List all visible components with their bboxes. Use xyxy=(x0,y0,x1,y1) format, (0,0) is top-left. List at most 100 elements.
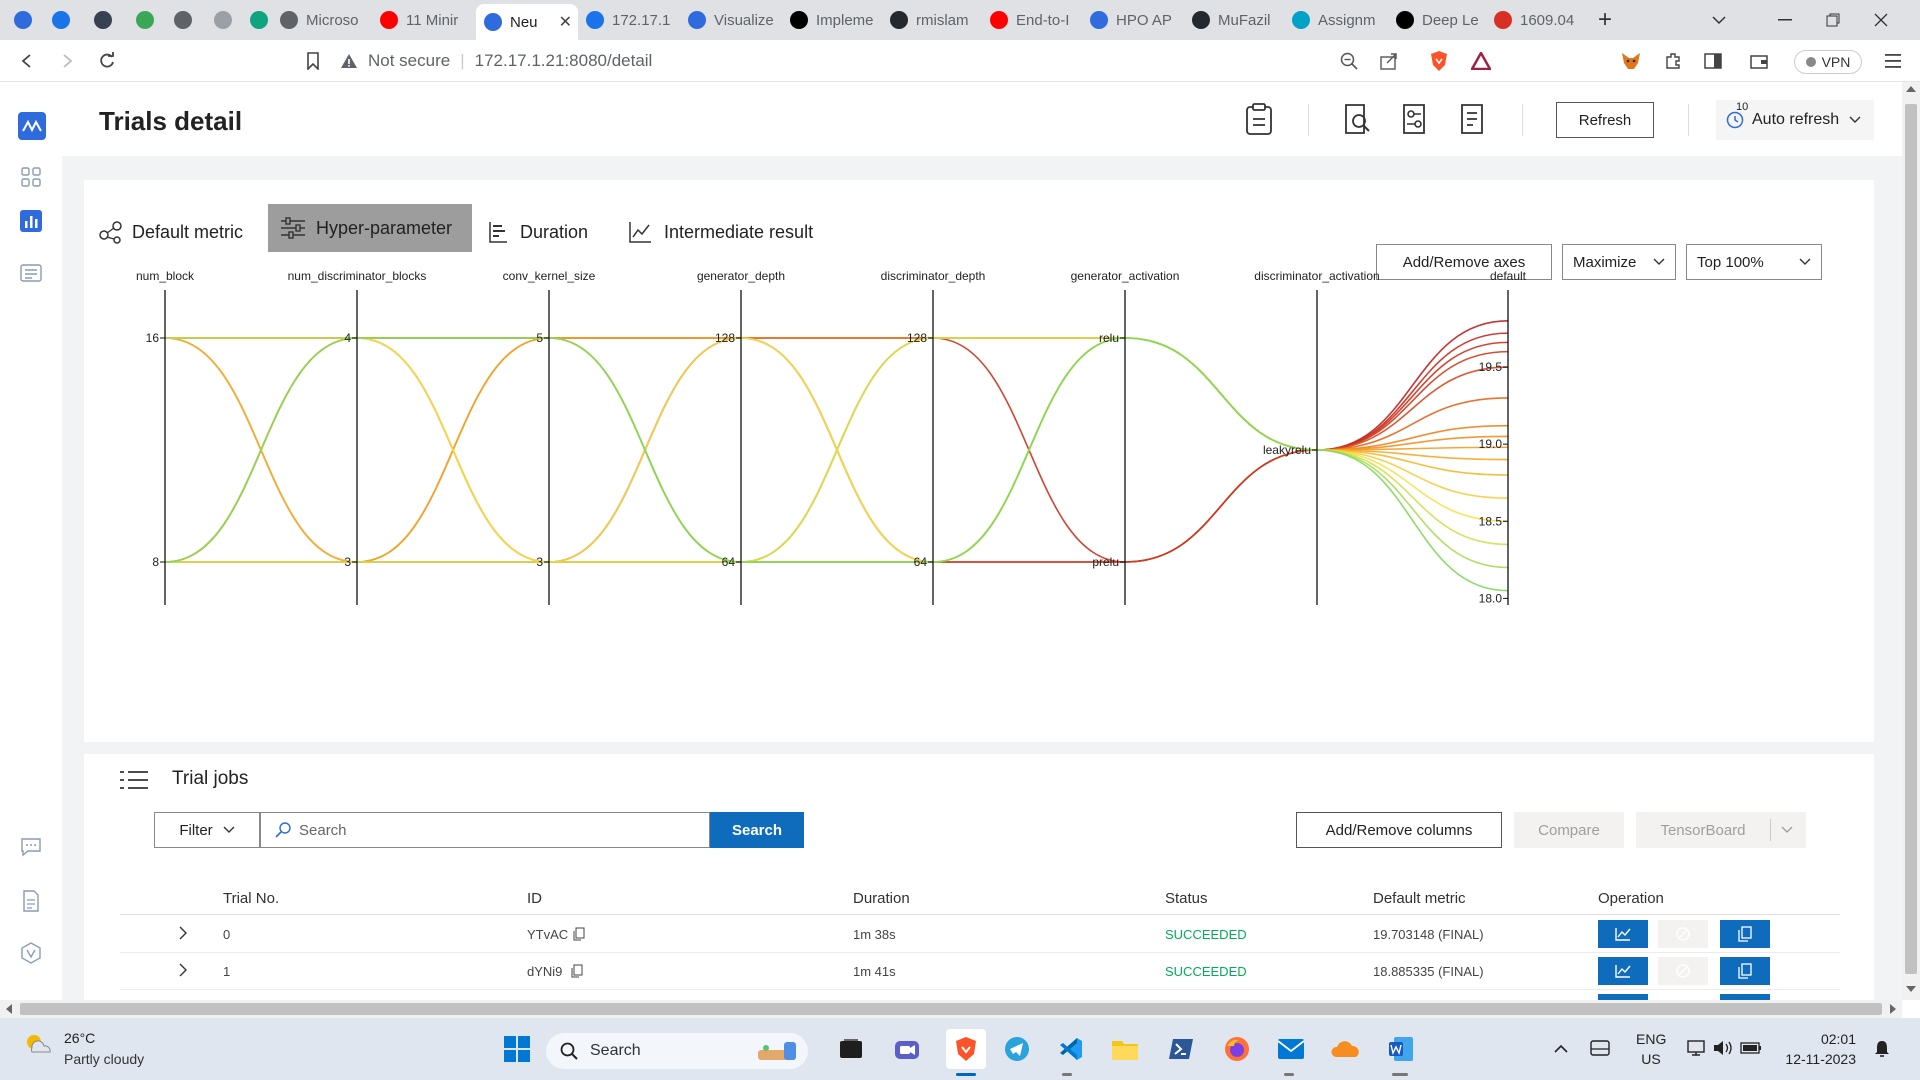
maximize-dropdown[interactable]: Maximize xyxy=(1562,244,1676,280)
horizontal-scrollbar[interactable] xyxy=(0,1000,1902,1018)
taskbar-brave-icon[interactable] xyxy=(946,1029,986,1069)
browser-menu-icon[interactable] xyxy=(1880,48,1906,74)
overview-grid-icon[interactable] xyxy=(18,164,44,190)
version-icon[interactable] xyxy=(18,940,44,966)
forward-icon[interactable] xyxy=(54,48,80,74)
horizontal-scroll-thumb[interactable] xyxy=(20,1003,1882,1015)
copy-icon[interactable] xyxy=(571,964,583,978)
show-hidden-icons[interactable] xyxy=(1554,1044,1568,1054)
wallet-icon[interactable] xyxy=(1746,48,1772,74)
column-status[interactable]: Status xyxy=(1165,890,1208,907)
experiment-summary-icon[interactable] xyxy=(1244,102,1274,136)
close-tab-icon[interactable]: ✕ xyxy=(553,12,578,32)
axis-discriminator-depth[interactable]: discriminator_depth 128 64 xyxy=(881,269,986,605)
search-log-icon[interactable] xyxy=(1342,102,1372,136)
add-remove-columns-button[interactable]: Add/Remove columns xyxy=(1296,812,1502,848)
vpn-button[interactable]: VPN xyxy=(1794,50,1862,74)
copy-trial-button[interactable] xyxy=(1720,920,1770,948)
language-bottom[interactable]: US xyxy=(1636,1051,1666,1067)
axis-num-discriminator-blocks[interactable]: num_discriminator_blocks 4 3 xyxy=(288,269,427,605)
browser-tab[interactable]: End-to-I xyxy=(990,4,1082,36)
compare-button[interactable]: Compare xyxy=(1514,812,1624,848)
network-icon[interactable] xyxy=(1686,1039,1706,1057)
auto-refresh-dropdown[interactable]: 10 Auto refresh xyxy=(1716,100,1874,140)
tab-default-metric[interactable]: Default metric xyxy=(98,210,243,254)
browser-tab[interactable]: 11 Minir xyxy=(380,4,468,36)
scroll-right-icon[interactable] xyxy=(1890,1004,1896,1014)
pinned-tab-7[interactable] xyxy=(250,4,270,36)
firefox-icon[interactable] xyxy=(1222,1035,1252,1063)
brave-shield-icon[interactable] xyxy=(1426,48,1452,74)
browser-tab[interactable]: Impleme xyxy=(790,4,882,36)
trial-chart-button[interactable] xyxy=(1598,920,1648,948)
kill-trial-button[interactable] xyxy=(1658,957,1708,985)
telegram-icon[interactable] xyxy=(1002,1035,1032,1063)
reload-icon[interactable] xyxy=(94,48,120,74)
axis-discriminator-activation[interactable]: discriminator_activation leakyrelu xyxy=(1254,269,1380,605)
notification-bell-icon[interactable] xyxy=(1874,1040,1890,1058)
scroll-up-icon[interactable] xyxy=(1906,86,1916,92)
browser-tab[interactable]: Microso xyxy=(280,4,370,36)
pinned-tab-2[interactable] xyxy=(52,4,72,36)
column-id[interactable]: ID xyxy=(527,890,542,907)
bookmark-icon[interactable] xyxy=(300,48,326,74)
meet-icon[interactable] xyxy=(892,1035,922,1063)
browser-tab[interactable]: MuFazil xyxy=(1192,4,1284,36)
pinned-tab-4[interactable] xyxy=(136,4,156,36)
expand-chevron-icon[interactable] xyxy=(178,926,188,940)
battery-icon[interactable] xyxy=(1740,1040,1762,1056)
pinned-tab-3[interactable] xyxy=(94,4,114,36)
pinned-tab-1[interactable] xyxy=(14,4,34,36)
weather-icon[interactable] xyxy=(22,1030,54,1060)
trial-line[interactable] xyxy=(164,337,1509,592)
expand-chevron-icon[interactable] xyxy=(178,963,188,977)
windows-start-icon[interactable] xyxy=(502,1035,532,1063)
document-icon[interactable] xyxy=(18,888,44,914)
word-icon[interactable] xyxy=(1386,1035,1416,1063)
browser-tab[interactable]: Assignm xyxy=(1292,4,1388,36)
restore-icon[interactable] xyxy=(1810,0,1856,40)
pinned-tab-5[interactable] xyxy=(174,4,194,36)
back-icon[interactable] xyxy=(14,48,40,74)
vscode-icon[interactable] xyxy=(1056,1035,1086,1063)
zoom-icon[interactable] xyxy=(1336,48,1362,74)
copy-icon[interactable] xyxy=(573,927,585,941)
vertical-scrollbar[interactable] xyxy=(1902,82,1920,1000)
brave-rewards-icon[interactable] xyxy=(1468,48,1494,74)
search-input[interactable]: Search xyxy=(260,812,710,848)
task-view-icon[interactable] xyxy=(836,1035,866,1063)
filter-dropdown[interactable]: Filter xyxy=(154,812,260,848)
axis-num-block[interactable]: num_block 16 8 xyxy=(136,269,195,605)
file-explorer-icon[interactable] xyxy=(1110,1035,1140,1063)
clock-date[interactable]: 12-11-2023 xyxy=(1780,1051,1856,1067)
axis-generator-depth[interactable]: generator_depth 128 64 xyxy=(697,269,785,605)
browser-tab[interactable]: rmislam xyxy=(890,4,982,36)
config-icon[interactable] xyxy=(1400,102,1430,136)
pinned-tab-6[interactable] xyxy=(214,4,234,36)
nni-logo-icon[interactable] xyxy=(18,112,46,140)
browser-tab[interactable]: 172.17.1 xyxy=(586,4,680,36)
refresh-button[interactable]: Refresh xyxy=(1556,102,1654,138)
tab-hyper-parameter[interactable]: Hyper-parameter xyxy=(268,204,472,252)
column-operation[interactable]: Operation xyxy=(1598,890,1664,907)
search-button[interactable]: Search xyxy=(710,812,804,848)
browser-tab[interactable]: Visualize xyxy=(688,4,782,36)
mail-icon[interactable] xyxy=(1276,1035,1306,1063)
experiment-list-icon[interactable] xyxy=(18,260,44,286)
powershell-icon[interactable] xyxy=(1166,1035,1196,1063)
close-window-icon[interactable] xyxy=(1858,0,1904,40)
scroll-down-icon[interactable] xyxy=(1906,986,1916,992)
scroll-left-icon[interactable] xyxy=(6,1004,12,1014)
trial-chart-button[interactable] xyxy=(1598,957,1648,985)
column-duration[interactable]: Duration xyxy=(853,890,910,907)
taskbar-search[interactable]: Search xyxy=(546,1033,808,1069)
trials-detail-icon[interactable] xyxy=(18,208,44,234)
browser-tab[interactable]: Deep Le xyxy=(1396,4,1486,36)
metamask-icon[interactable] xyxy=(1618,48,1644,74)
axis-conv-kernel-size[interactable]: conv_kernel_size 5 3 xyxy=(503,269,596,605)
column-trial-no[interactable]: Trial No. xyxy=(223,890,279,907)
extensions-icon[interactable] xyxy=(1660,48,1686,74)
clock-time[interactable]: 02:01 xyxy=(1786,1031,1856,1047)
tab-search-icon[interactable] xyxy=(1696,0,1742,40)
volume-icon[interactable] xyxy=(1712,1039,1734,1057)
